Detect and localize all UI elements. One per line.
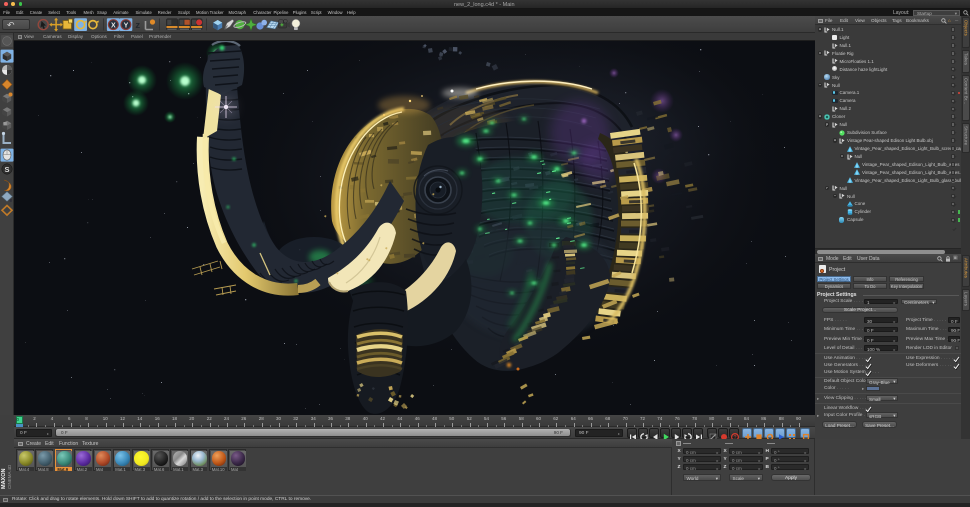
svg-text:z: z: [135, 20, 140, 31]
svg-text:S: S: [4, 165, 9, 174]
svg-text:Y: Y: [124, 22, 129, 29]
svg-text:e: e: [10, 198, 13, 204]
svg-text:X: X: [111, 22, 116, 29]
